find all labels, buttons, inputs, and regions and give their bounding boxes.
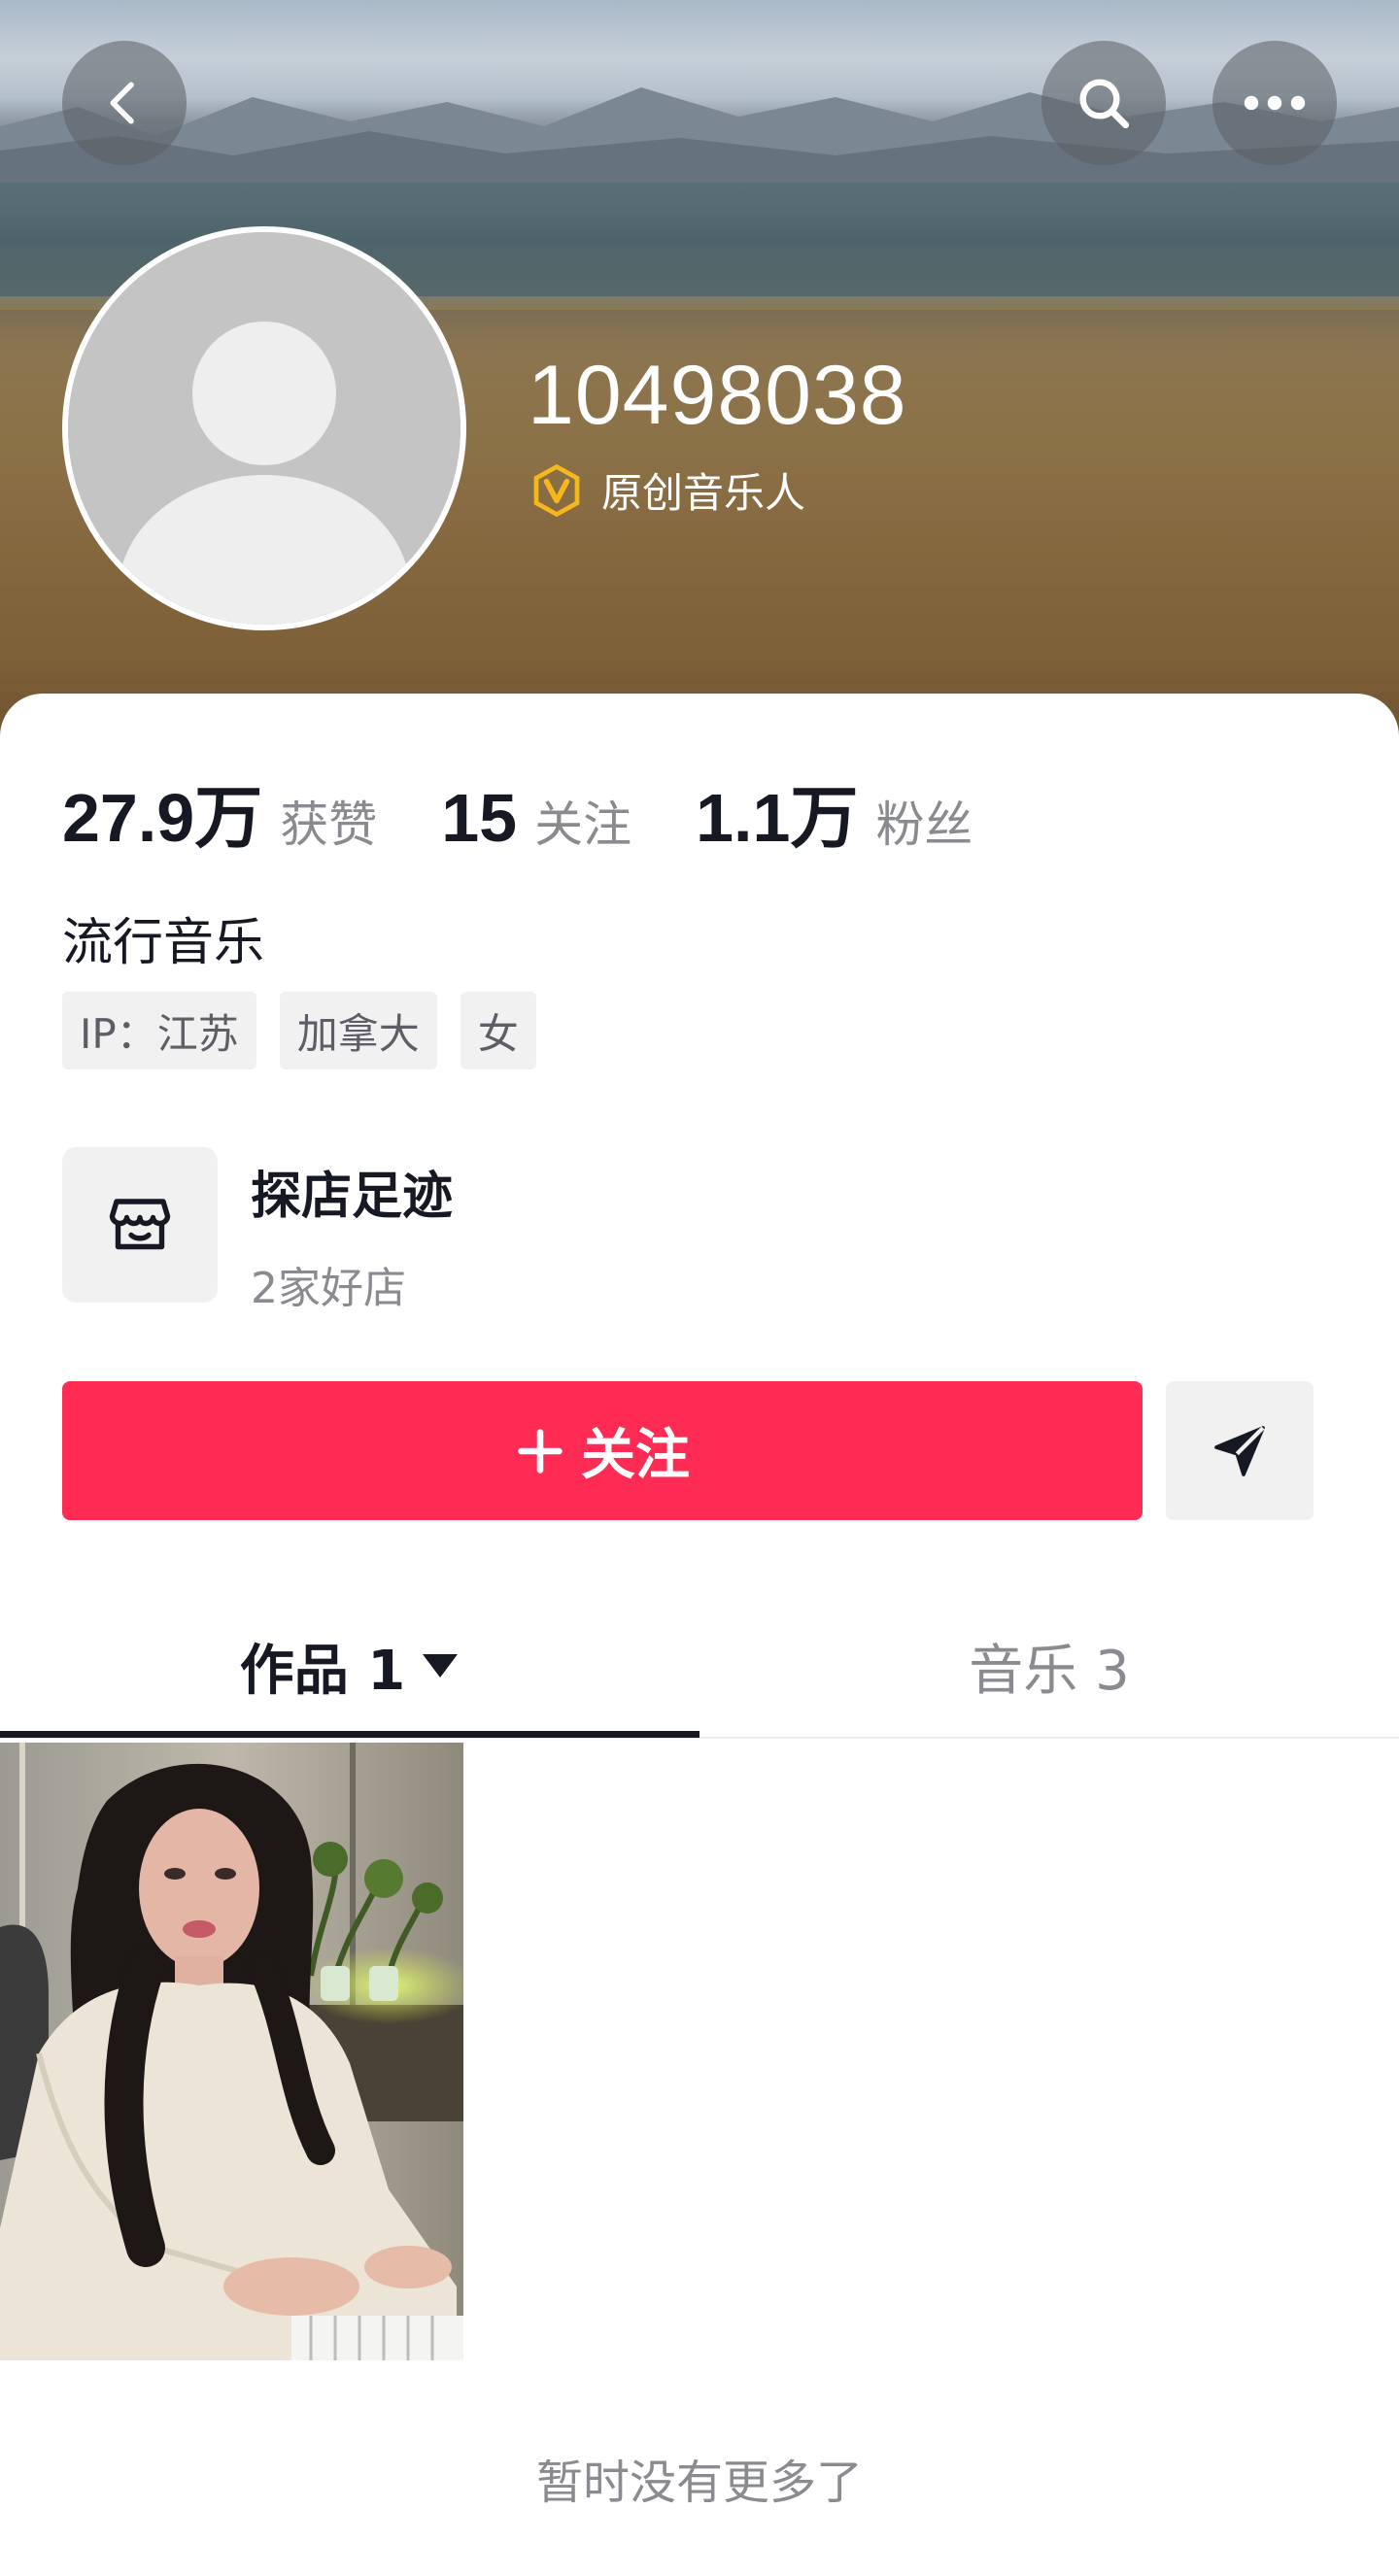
tab-music-label: 音乐 3 [969, 1639, 1130, 1703]
stat-value: 1.1万 [696, 780, 859, 856]
tab-works[interactable]: 作品 1 [0, 1593, 700, 1739]
profile-stats: 27.9万 获赞 15 关注 1.1万 粉丝 [62, 763, 1037, 862]
video-cover-image [0, 1743, 463, 2360]
verified-v-icon [533, 463, 580, 517]
more-horizontal-icon [1244, 95, 1306, 111]
default-avatar-icon [68, 232, 461, 625]
chevron-left-icon [110, 82, 134, 124]
active-tab-indicator [0, 1731, 700, 1738]
stat-following[interactable]: 15 关注 [441, 779, 631, 857]
tag-region: 加拿大 [279, 992, 437, 1069]
stat-label: 关注 [534, 797, 632, 853]
more-button[interactable] [1212, 41, 1337, 165]
follow-button[interactable]: 关注 [62, 1381, 1143, 1520]
verified-badge[interactable]: 原创音乐人 [529, 460, 805, 520]
stat-value: 15 [441, 780, 518, 856]
banner-mountains [0, 87, 1399, 185]
shop-icon-box [62, 1147, 218, 1303]
no-more-content-note: 暂时没有更多了 [535, 2456, 863, 2510]
search-icon [1079, 79, 1130, 129]
shop-visits-entry[interactable]: 探店足迹 2家好店 [62, 1147, 453, 1315]
stat-value: 27.9万 [62, 780, 263, 856]
shop-subtitle: 2家好店 [251, 1264, 406, 1313]
tag-ip-location: IP：江苏 [62, 992, 256, 1069]
store-icon [109, 1199, 171, 1250]
follow-label: 关注 [581, 1424, 690, 1487]
stat-likes[interactable]: 27.9万 获赞 [62, 763, 377, 862]
bio-text: 流行音乐 [62, 914, 265, 972]
plus-icon [518, 1428, 563, 1474]
video-thumbnail[interactable] [0, 1743, 463, 2360]
send-icon [1214, 1425, 1265, 1476]
stat-followers[interactable]: 1.1万 粉丝 [696, 763, 972, 862]
verified-label: 原创音乐人 [601, 469, 806, 517]
search-button[interactable] [1041, 41, 1166, 165]
username: 10498038 [528, 349, 907, 442]
avatar[interactable] [62, 226, 466, 630]
shop-title: 探店足迹 [251, 1168, 454, 1226]
caret-down-icon [423, 1654, 459, 1678]
stat-label: 获赞 [280, 797, 378, 853]
send-message-button[interactable] [1166, 1381, 1314, 1520]
profile-tags: IP：江苏 加拿大 女 [62, 992, 560, 1069]
tab-works-label: 作品 1 [239, 1639, 406, 1703]
tag-gender: 女 [460, 992, 536, 1069]
tab-music[interactable]: 音乐 3 [700, 1593, 1399, 1739]
back-button[interactable] [62, 41, 187, 165]
stat-label: 粉丝 [875, 797, 973, 853]
content-tabs: 作品 1 音乐 3 [0, 1593, 1399, 1739]
